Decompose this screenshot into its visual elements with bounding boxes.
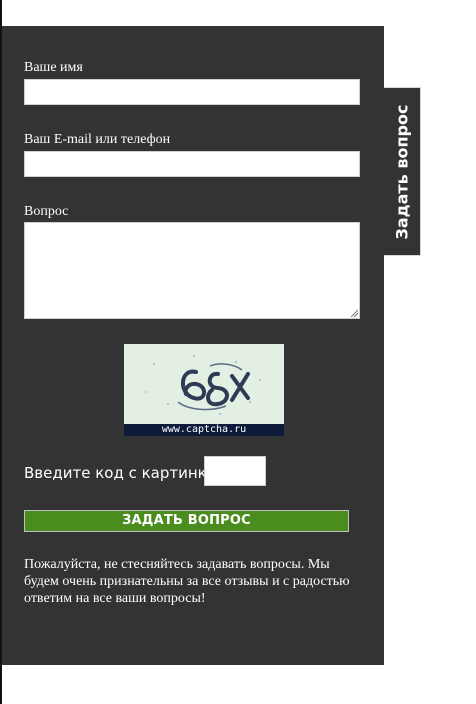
resize-grip-icon[interactable] xyxy=(350,309,358,317)
name-field[interactable] xyxy=(24,79,360,105)
captcha-distorted-text xyxy=(145,355,261,415)
submit-question-button[interactable]: ЗАДАТЬ ВОПРОС xyxy=(24,510,349,532)
question-textarea[interactable] xyxy=(24,222,360,319)
question-label: Вопрос xyxy=(24,204,69,219)
name-label: Ваше имя xyxy=(24,60,83,75)
contact-field[interactable] xyxy=(24,151,360,177)
question-form-panel: Ваше имя Ваш E-mail или телефон Вопрос w… xyxy=(2,26,384,665)
side-tab-label: Задать вопрос xyxy=(392,104,412,239)
captcha-image: www.captcha.ru xyxy=(124,344,284,436)
form-notice-text: Пожалуйста, не стесняйтесь задавать вопр… xyxy=(24,557,350,606)
contact-label: Ваш E-mail или телефон xyxy=(24,132,171,147)
captcha-code-input[interactable] xyxy=(204,456,266,486)
captcha-code-label: Введите код с картинки: xyxy=(24,464,222,482)
captcha-footer-text: www.captcha.ru xyxy=(124,424,284,436)
ask-question-side-tab[interactable]: Задать вопрос xyxy=(384,87,421,256)
